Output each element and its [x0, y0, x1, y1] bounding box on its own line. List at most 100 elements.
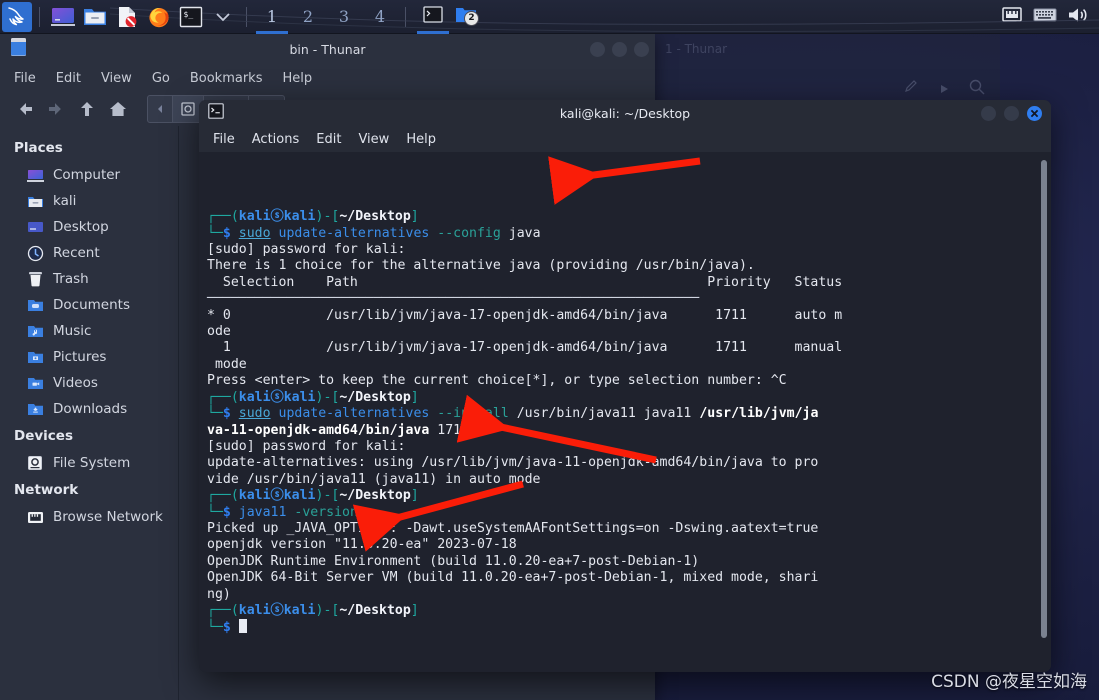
background-play-icon[interactable]	[938, 80, 950, 99]
thunar-menu-help[interactable]: Help	[282, 71, 312, 86]
terminal-window-buttons[interactable]	[981, 106, 1042, 121]
panel-separator-3	[405, 7, 406, 27]
up-arrow-icon[interactable]	[77, 99, 97, 119]
volume-icon[interactable]	[1067, 6, 1089, 28]
kali-dragon-icon	[5, 5, 29, 29]
kali-menu-button[interactable]	[2, 2, 32, 32]
background-edit-icon[interactable]	[904, 79, 920, 99]
forward-arrow-icon[interactable]	[46, 99, 66, 119]
thunar-menu-file[interactable]: File	[14, 71, 36, 86]
keyboard-layout-icon[interactable]	[1033, 7, 1057, 27]
terminal-output-line: There is 1 choice for the alternative ja…	[207, 258, 1041, 274]
sidebar-item-videos[interactable]: Videos	[0, 370, 178, 396]
thunar-close-button[interactable]	[634, 42, 649, 57]
csdn-watermark: CSDN @夜星空如海	[931, 667, 1087, 692]
sidebar-header-network: Network	[0, 476, 178, 504]
music-folder-icon	[26, 322, 44, 340]
sidebar-item-documents[interactable]: Documents	[0, 292, 178, 318]
terminal-window[interactable]: kali@kali: ~/Desktop File Actions Edit V…	[199, 100, 1051, 672]
videos-folder-icon	[26, 374, 44, 392]
thunar-menu-edit[interactable]: Edit	[56, 71, 81, 86]
terminal-maximize-button[interactable]	[1004, 106, 1019, 121]
terminal-prompt-icon: $_	[179, 5, 203, 29]
sidebar-label-desktop: Desktop	[53, 219, 109, 235]
firefox-launcher[interactable]	[146, 4, 172, 30]
sidebar-item-computer[interactable]: Computer	[0, 162, 178, 188]
thunar-menu-bookmarks[interactable]: Bookmarks	[190, 71, 263, 86]
sidebar-label-documents: Documents	[53, 297, 130, 313]
thunar-titlebar[interactable]: bin - Thunar	[0, 34, 655, 64]
xfce-top-panel[interactable]: $_ 1 2 3 4	[0, 0, 1099, 34]
sidebar-header-devices: Devices	[0, 422, 178, 450]
thunar-maximize-button[interactable]	[612, 42, 627, 57]
terminal-emulator-launcher[interactable]	[50, 4, 76, 30]
terminal-menu-file[interactable]: File	[213, 132, 235, 147]
terminal-command-line: └─$ java11 -version	[207, 505, 1041, 521]
terminal-menu-actions[interactable]: Actions	[252, 132, 300, 147]
thunar-menu-view[interactable]: View	[101, 71, 132, 86]
sidebar-item-browse-network[interactable]: Browse Network	[0, 504, 178, 530]
network-icon[interactable]	[1001, 6, 1023, 28]
terminal-output-line: ode	[207, 324, 1041, 340]
terminal-menu-view[interactable]: View	[358, 132, 389, 147]
workspace-button-1[interactable]: 1	[254, 0, 290, 34]
workspace-button-3[interactable]: 3	[326, 0, 362, 34]
sidebar-label-downloads: Downloads	[53, 401, 127, 417]
background-search-icon[interactable]	[968, 78, 986, 100]
launcher-chevron-button[interactable]	[210, 4, 236, 30]
terminal-command-continuation: va-11-openjdk-amd64/bin/java 1712	[207, 423, 1041, 439]
terminal-output-line: Selection Path Priority Status	[207, 275, 1041, 291]
document-forbidden-icon	[116, 6, 138, 28]
thunar-sidebar[interactable]: Places Computer kali	[0, 126, 179, 700]
sidebar-item-trash[interactable]: Trash	[0, 266, 178, 292]
background-window-title: 1 - Thunar	[655, 34, 1000, 64]
computer-icon	[26, 166, 44, 184]
folder-icon	[83, 7, 107, 27]
sidebar-label-videos: Videos	[53, 375, 98, 391]
workspace-button-2[interactable]: 2	[290, 0, 326, 34]
task-button-terminal[interactable]	[417, 0, 449, 34]
sidebar-item-music[interactable]: Music	[0, 318, 178, 344]
terminal-output-line: OpenJDK 64-Bit Server VM (build 11.0.20-…	[207, 570, 1041, 586]
back-arrow-icon[interactable]	[15, 99, 35, 119]
file-manager-launcher[interactable]	[82, 4, 108, 30]
system-tray[interactable]	[1001, 6, 1089, 28]
thunar-minimize-button[interactable]	[590, 42, 605, 57]
thunar-window-buttons[interactable]	[590, 42, 649, 57]
window-task-list[interactable]: 2	[417, 0, 1001, 34]
sidebar-item-desktop[interactable]: Desktop	[0, 214, 178, 240]
panel-separator-2	[246, 7, 247, 27]
thunar-menubar[interactable]: File Edit View Go Bookmarks Help	[0, 64, 655, 92]
terminal-cursor	[239, 619, 247, 633]
terminal-output-line: 1 /usr/lib/jvm/java-17-openjdk-amd64/bin…	[207, 340, 1041, 356]
home-icon[interactable]	[108, 99, 128, 119]
terminal-output-line: mode	[207, 357, 1041, 373]
terminal-menu-edit[interactable]: Edit	[316, 132, 341, 147]
sidebar-label-file-system: File System	[53, 455, 130, 471]
sidebar-item-file-system[interactable]: File System	[0, 450, 178, 476]
sidebar-item-pictures[interactable]: Pictures	[0, 344, 178, 370]
terminal-titlebar[interactable]: kali@kali: ~/Desktop	[199, 100, 1051, 126]
sidebar-label-pictures: Pictures	[53, 349, 106, 365]
sidebar-item-recent[interactable]: Recent	[0, 240, 178, 266]
text-editor-launcher[interactable]	[114, 4, 140, 30]
terminal-prompt-line: ┌──(kaliⓢkali)-[~/Desktop]	[207, 488, 1041, 504]
terminal-screen[interactable]: ┌──(kaliⓢkali)-[~/Desktop]└─$ sudo updat…	[199, 152, 1051, 672]
pathbar-back-chevron[interactable]	[148, 96, 173, 122]
sidebar-item-kali[interactable]: kali	[0, 188, 178, 214]
terminal-menubar[interactable]: File Actions Edit View Help	[199, 126, 1051, 152]
workspace-button-4[interactable]: 4	[362, 0, 398, 34]
terminal-menu-help[interactable]: Help	[406, 132, 436, 147]
documents-folder-icon	[26, 296, 44, 314]
firefox-icon	[147, 5, 171, 29]
terminal-scrollbar[interactable]	[1041, 160, 1047, 638]
terminal-minimize-button[interactable]	[981, 106, 996, 121]
task-button-thunar[interactable]: 2	[449, 0, 483, 34]
terminal-output-line: vide /usr/bin/java11 (java11) in auto mo…	[207, 472, 1041, 488]
thunar-menu-go[interactable]: Go	[152, 71, 170, 86]
terminal-close-button[interactable]	[1027, 106, 1042, 121]
terminal-launcher[interactable]: $_	[178, 4, 204, 30]
sidebar-item-downloads[interactable]: Downloads	[0, 396, 178, 422]
home-folder-icon	[26, 192, 44, 210]
sidebar-label-browse-network: Browse Network	[53, 509, 163, 525]
